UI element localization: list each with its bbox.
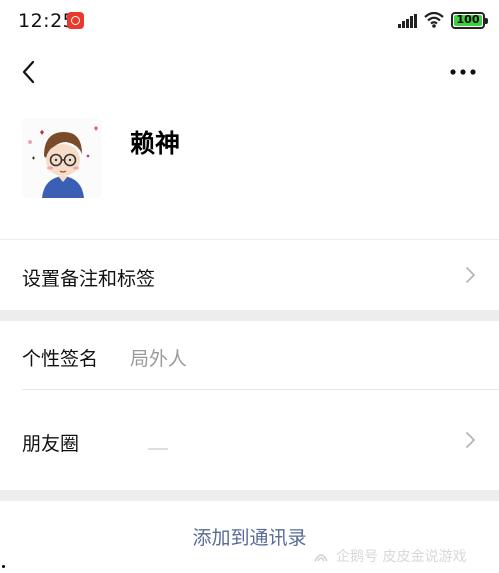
battery-icon: 100	[451, 12, 488, 29]
avatar[interactable]	[22, 118, 102, 198]
watermark: 企鹅号 皮皮金说游戏	[312, 546, 466, 566]
netease-music-icon	[67, 12, 84, 29]
moments-row[interactable]: 朋友圈	[0, 390, 499, 490]
battery-level: 100	[456, 13, 480, 26]
signature-value: 局外人	[130, 348, 188, 370]
remark-tags-row[interactable]: 设置备注和标签	[0, 240, 499, 310]
status-bar: 12:25 100	[0, 0, 499, 44]
more-dots-icon	[450, 69, 476, 75]
watermark-text: 企鹅号 皮皮金说游戏	[336, 549, 467, 565]
signal-icon	[398, 14, 417, 28]
moments-thumbnail	[148, 448, 168, 450]
wifi-icon	[424, 12, 444, 28]
remark-tags-label: 设置备注和标签	[22, 268, 156, 290]
penguin-logo-icon	[314, 554, 328, 562]
chevron-left-icon	[22, 60, 35, 84]
back-button[interactable]	[12, 56, 44, 88]
add-to-contacts-label: 添加到通讯录	[192, 526, 307, 549]
chevron-right-icon	[466, 267, 475, 283]
more-button[interactable]	[446, 58, 480, 86]
contact-name: 赖神	[130, 129, 181, 158]
chevron-right-icon	[466, 432, 475, 448]
signature-label: 个性签名	[22, 348, 99, 370]
scan-dot	[2, 565, 5, 568]
moments-label: 朋友圈	[22, 433, 80, 455]
signature-row: 个性签名 局外人	[0, 321, 499, 389]
cartoon-avatar-icon	[22, 118, 102, 198]
section-separator	[0, 310, 499, 321]
